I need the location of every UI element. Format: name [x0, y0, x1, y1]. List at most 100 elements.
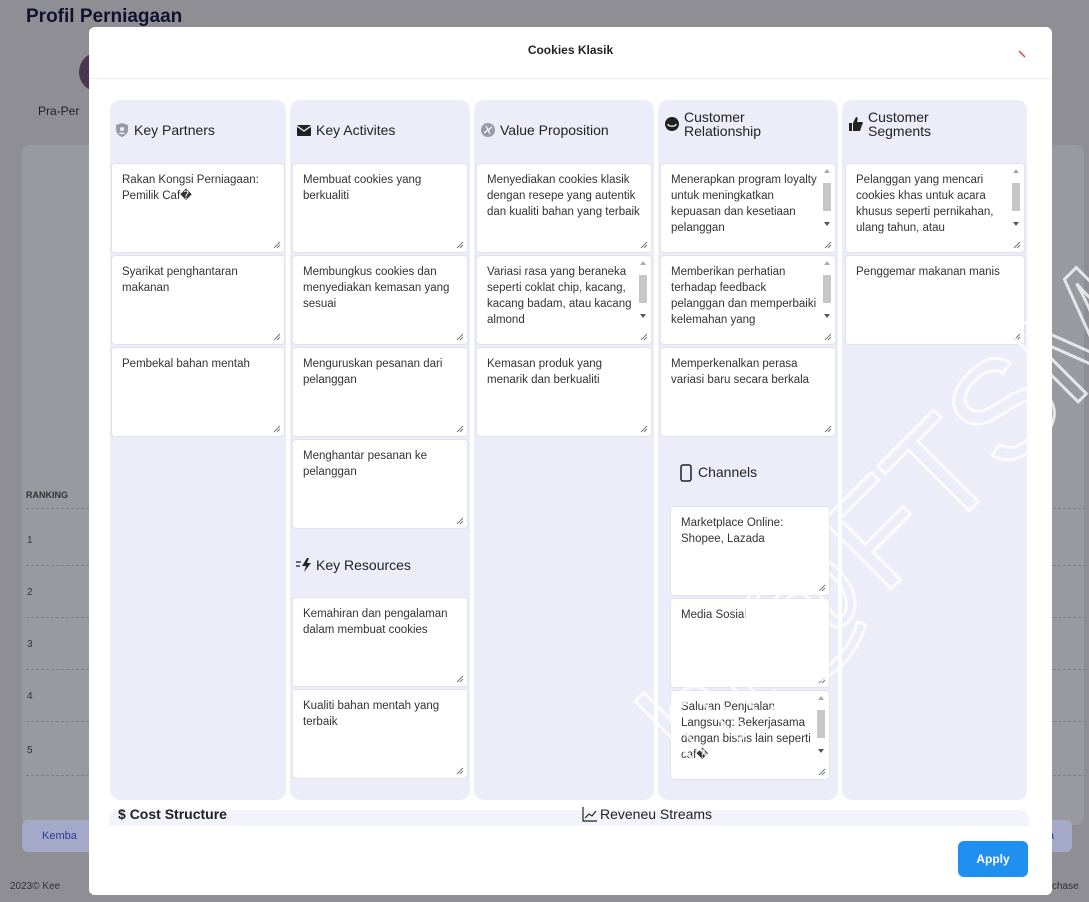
customer-relationship-item[interactable]: Memperkenalkan perasa variasi baru secar… — [660, 347, 836, 437]
resize-grip-icon[interactable] — [455, 766, 464, 775]
key-activities-column: Key Activites Membuat cookies yang berku… — [290, 100, 470, 800]
card-text: Menghantar pesanan ke pelanggan — [303, 450, 428, 478]
resize-grip-icon[interactable] — [455, 424, 464, 433]
rank-number: 2 — [27, 587, 33, 598]
card-text: Variasi rasa yang beraneka seperti cokla… — [487, 266, 632, 326]
key-resources-title: Key Resources — [316, 557, 411, 573]
modal-title: Cookies Klasik — [527, 43, 614, 57]
customer-segments-title-2: Segments — [868, 123, 932, 139]
channels-item[interactable]: Media Sosial — [670, 598, 830, 688]
key-resources-item[interactable]: Kualiti bahan mentah yang terbaik — [292, 689, 468, 779]
card-text: Memperkenalkan perasa variasi baru secar… — [671, 358, 810, 386]
customer-relationship-title-2: Relationship — [684, 123, 762, 139]
key-partners-column: Key Partners Rakan Kongsi Perniagaan: Pe… — [110, 100, 286, 800]
card-text: Syarikat penghantaran makanan — [122, 266, 238, 294]
chart-line-icon — [582, 806, 598, 822]
value-proposition-column: Value Proposition Menyediakan cookies kl… — [474, 100, 654, 800]
scrollbar[interactable] — [821, 166, 833, 250]
card-text: Rakan Kongsi Perniagaan: Pemilik Caf� — [122, 174, 259, 202]
value-proposition-title: Value Proposition — [500, 122, 609, 138]
cost-structure-header: $ Cost Structure — [118, 806, 227, 822]
channels-item[interactable]: Marketplace Online: Shopee, Lazada — [670, 506, 830, 596]
resize-grip-icon[interactable] — [1012, 332, 1021, 341]
card-text: Kualiti bahan mentah yang terbaik — [303, 700, 440, 728]
resize-grip-icon[interactable] — [817, 583, 826, 592]
scrollbar[interactable] — [637, 258, 649, 342]
customer-segments-column: Customer Segments Pelanggan yang mencari… — [842, 100, 1027, 800]
customer-relationship-column: Customer Relationship Menerapkan program… — [658, 100, 838, 800]
channels-header: Channels — [678, 464, 758, 482]
resize-grip-icon[interactable] — [272, 332, 281, 341]
resize-grip-icon[interactable] — [823, 424, 832, 433]
scrollbar[interactable] — [821, 258, 833, 342]
key-partners-header: Key Partners — [114, 122, 215, 138]
card-text: Penggemar makanan manis — [856, 266, 1000, 278]
stage-label: Pra-Per — [38, 104, 80, 118]
modal-footer: Apply — [89, 826, 1052, 895]
customer-relationship-item[interactable]: Memberikan perhatian terhadap feedback p… — [660, 255, 836, 345]
back-button[interactable]: Kemba — [22, 820, 92, 852]
customer-relationship-title-1: Customer — [684, 109, 745, 125]
card-text: Media Sosial — [681, 609, 747, 621]
modal-body: Key Partners Rakan Kongsi Perniagaan: Pe… — [89, 80, 1052, 826]
key-partners-item[interactable]: Pembekal bahan mentah — [111, 347, 285, 437]
footer-copyright: 2023© Kee — [10, 881, 61, 892]
footer-link[interactable]: chase — [1052, 881, 1079, 892]
resize-grip-icon[interactable] — [455, 674, 464, 683]
gift-icon — [480, 122, 496, 138]
resize-grip-icon[interactable] — [817, 675, 826, 684]
card-text: Kemasan produk yang menarik dan berkuali… — [487, 358, 603, 386]
resize-grip-icon[interactable] — [639, 332, 648, 341]
customer-relationship-item[interactable]: Menerapkan program loyalty untuk meningk… — [660, 163, 836, 253]
rank-number: 4 — [27, 691, 33, 702]
scrollbar[interactable] — [1010, 166, 1022, 250]
card-text: Pelanggan yang mencari cookies khas untu… — [856, 174, 994, 234]
apply-button[interactable]: Apply — [958, 841, 1028, 877]
revenue-streams-header: Reveneu Streams — [582, 806, 712, 822]
key-resources-item[interactable]: Kemahiran dan pengalaman dalam membuat c… — [292, 597, 468, 687]
lightning-icon — [296, 557, 312, 573]
channels-item[interactable]: Saluran Penjualan Langsung: Bekerjasama … — [670, 690, 830, 780]
value-proposition-header: Value Proposition — [480, 122, 609, 138]
customer-segments-item[interactable]: Pelanggan yang mencari cookies khas untu… — [845, 163, 1025, 253]
resize-grip-icon[interactable] — [272, 424, 281, 433]
key-partners-title: Key Partners — [134, 122, 215, 138]
cost-structure-title: Cost Structure — [129, 806, 227, 822]
key-activities-item[interactable]: Membuat cookies yang berkualiti — [292, 163, 468, 253]
key-resources-header: Key Resources — [296, 557, 411, 573]
channels-title: Channels — [698, 464, 758, 480]
resize-grip-icon[interactable] — [272, 240, 281, 249]
close-icon[interactable] — [1015, 47, 1029, 61]
customer-segments-item[interactable]: Penggemar makanan manis — [845, 255, 1025, 345]
customer-segments-header: Customer Segments — [848, 110, 931, 138]
smile-icon — [664, 116, 680, 132]
key-activities-item[interactable]: Membungkus cookies dan menyediakan kemas… — [292, 255, 468, 345]
key-activities-title: Key Activites — [316, 122, 396, 138]
resize-grip-icon[interactable] — [823, 332, 832, 341]
envelope-check-icon — [296, 122, 312, 138]
resize-grip-icon[interactable] — [455, 332, 464, 341]
cost-revenue-section — [109, 810, 1029, 826]
canvas-modal: Cookies Klasik Key Partners Rakan Kongsi… — [89, 27, 1052, 895]
card-text: Pembekal bahan mentah — [122, 358, 250, 370]
resize-grip-icon[interactable] — [639, 240, 648, 249]
key-partners-item[interactable]: Syarikat penghantaran makanan — [111, 255, 285, 345]
value-proposition-item[interactable]: Variasi rasa yang beraneka seperti cokla… — [476, 255, 652, 345]
card-text: Membuat cookies yang berkualiti — [303, 174, 422, 202]
resize-grip-icon[interactable] — [817, 767, 826, 776]
card-text: Saluran Penjualan Langsung: Bekerjasama … — [681, 701, 811, 761]
value-proposition-item[interactable]: Kemasan produk yang menarik dan berkuali… — [476, 347, 652, 437]
resize-grip-icon[interactable] — [455, 240, 464, 249]
resize-grip-icon[interactable] — [455, 516, 464, 525]
resize-grip-icon[interactable] — [639, 424, 648, 433]
resize-grip-icon[interactable] — [1012, 240, 1021, 249]
rank-number: 1 — [27, 535, 33, 546]
customer-segments-title-1: Customer — [868, 109, 929, 125]
revenue-streams-title: Reveneu Streams — [600, 806, 713, 822]
key-activities-item[interactable]: Menghantar pesanan ke pelanggan — [292, 439, 468, 529]
key-activities-item[interactable]: Menguruskan pesanan dari pelanggan — [292, 347, 468, 437]
value-proposition-item[interactable]: Menyediakan cookies klasik dengan resepe… — [476, 163, 652, 253]
resize-grip-icon[interactable] — [823, 240, 832, 249]
key-partners-item[interactable]: Rakan Kongsi Perniagaan: Pemilik Caf� — [111, 163, 285, 253]
scrollbar[interactable] — [815, 693, 827, 777]
